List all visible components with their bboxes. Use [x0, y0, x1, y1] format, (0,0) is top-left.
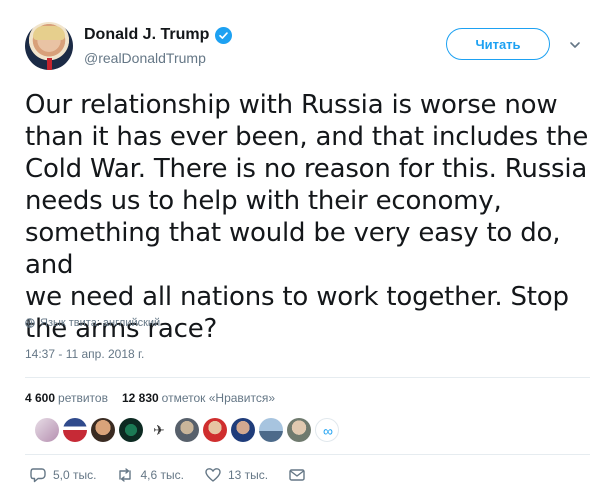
divider — [25, 454, 590, 455]
liker-avatar[interactable] — [35, 418, 59, 442]
reply-count: 5,0 тыс. — [53, 468, 97, 482]
language-note-text: Язык твита: английский — [40, 317, 161, 329]
tweet-actions: 5,0 тыс. 4,6 тыс. 13 тыс. — [29, 466, 326, 484]
liker-avatar[interactable] — [63, 418, 87, 442]
tweet-card: Donald J. Trump @realDonaldTrump Читать … — [0, 0, 609, 501]
liker-avatar[interactable]: ∞ — [315, 418, 339, 442]
heart-icon — [205, 468, 221, 482]
retweets-stat[interactable]: 4 600 ретвитов — [25, 391, 108, 405]
direct-message-action[interactable] — [288, 466, 306, 484]
liker-avatar[interactable] — [231, 418, 255, 442]
likes-count: 12 830 — [121, 391, 159, 405]
author-name-row[interactable]: Donald J. Trump — [84, 26, 233, 44]
retweet-count: 4,6 тыс. — [140, 468, 184, 482]
retweet-action[interactable]: 4,6 тыс. — [116, 466, 184, 484]
tweet-timestamp[interactable]: 14:37 - 11 апр. 2018 г. — [25, 347, 144, 361]
liker-avatar-glyph: ∞ — [323, 423, 333, 439]
liker-avatar[interactable] — [119, 418, 143, 442]
liker-avatar[interactable] — [287, 418, 311, 442]
liker-avatar[interactable] — [259, 418, 283, 442]
tweet-text: Our relationship with Russia is worse no… — [25, 90, 589, 344]
reply-icon — [30, 468, 46, 483]
likes-label: отметок «Нравится» — [161, 391, 276, 405]
liker-avatar[interactable] — [203, 418, 227, 442]
engagement-stats: 4 600 ретвитов 12 830 отметок «Нравится» — [25, 391, 275, 405]
retweet-icon — [119, 468, 132, 482]
author-display-name[interactable]: Donald J. Trump — [84, 26, 209, 44]
like-action[interactable]: 13 тыс. — [204, 466, 268, 484]
verified-badge-icon — [215, 26, 233, 44]
retweets-label: ретвитов — [58, 391, 108, 405]
follow-button[interactable]: Читать — [446, 28, 550, 60]
liker-avatar[interactable]: ✈ — [147, 418, 171, 442]
divider — [25, 377, 590, 378]
chevron-down-icon[interactable] — [568, 38, 582, 52]
direct-message-icon — [289, 469, 305, 481]
globe-icon — [25, 318, 35, 328]
likes-stat[interactable]: 12 830 отметок «Нравится» — [122, 391, 275, 405]
reply-action[interactable]: 5,0 тыс. — [29, 466, 96, 484]
language-note[interactable]: Язык твита: английский — [25, 317, 160, 329]
avatar-hair — [33, 26, 65, 40]
author-avatar[interactable] — [25, 22, 73, 70]
like-count: 13 тыс. — [227, 468, 269, 482]
liker-avatar[interactable] — [91, 418, 115, 442]
liker-avatar-glyph: ✈ — [153, 421, 165, 438]
avatar-tie — [47, 58, 52, 70]
liker-avatar[interactable] — [175, 418, 199, 442]
author-handle[interactable]: @realDonaldTrump — [84, 50, 206, 66]
retweets-count: 4 600 — [25, 391, 56, 405]
liker-avatars: ✈ ∞ — [35, 418, 339, 442]
